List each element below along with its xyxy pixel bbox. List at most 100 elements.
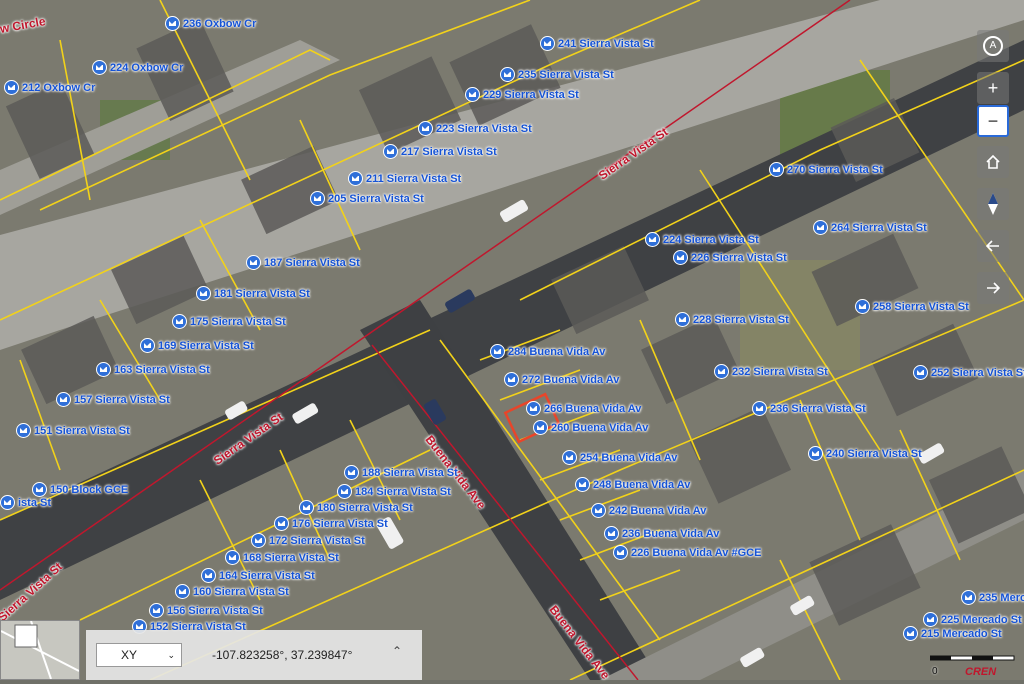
address-text: 211 Sierra Vista St bbox=[366, 172, 462, 185]
north-arrow-icon bbox=[988, 193, 998, 215]
address-label[interactable]: 180 Sierra Vista St bbox=[299, 500, 413, 515]
address-label[interactable]: 176 Sierra Vista St bbox=[274, 516, 388, 531]
address-label[interactable]: 184 Sierra Vista St bbox=[337, 484, 451, 499]
mail-icon bbox=[344, 465, 359, 480]
address-text: 187 Sierra Vista St bbox=[264, 256, 360, 269]
mail-icon bbox=[903, 626, 918, 641]
mail-icon bbox=[96, 362, 111, 377]
address-text: 175 Sierra Vista St bbox=[190, 315, 286, 328]
address-label[interactable]: ista St bbox=[0, 495, 51, 510]
address-label[interactable]: 215 Mercado St bbox=[903, 626, 1002, 641]
address-text: 224 Sierra Vista St bbox=[663, 233, 759, 246]
zoom-in-button[interactable]: + bbox=[977, 72, 1009, 104]
address-label[interactable]: 226 Sierra Vista St bbox=[673, 250, 787, 265]
mail-icon bbox=[465, 87, 480, 102]
address-label[interactable]: 235 Mercado bbox=[961, 590, 1024, 605]
address-text: 254 Buena Vida Av bbox=[580, 451, 678, 464]
address-label[interactable]: 240 Sierra Vista St bbox=[808, 446, 922, 461]
mail-icon bbox=[196, 286, 211, 301]
address-label[interactable]: 169 Sierra Vista St bbox=[140, 338, 254, 353]
address-label[interactable]: 157 Sierra Vista St bbox=[56, 392, 170, 407]
address-label[interactable]: 168 Sierra Vista St bbox=[225, 550, 339, 565]
overview-map-image bbox=[0, 620, 80, 680]
mail-icon bbox=[140, 338, 155, 353]
chevron-up-icon[interactable]: ⌃ bbox=[392, 644, 402, 658]
address-label[interactable]: 236 Oxbow Cr bbox=[165, 16, 256, 31]
mail-icon bbox=[490, 344, 505, 359]
address-label[interactable]: 211 Sierra Vista St bbox=[348, 171, 461, 186]
address-text: 242 Buena Vida Av bbox=[609, 504, 707, 517]
address-label[interactable]: 248 Buena Vida Av bbox=[575, 477, 690, 492]
compass-button[interactable]: A bbox=[977, 30, 1009, 62]
mail-icon bbox=[604, 526, 619, 541]
home-button[interactable] bbox=[977, 146, 1009, 178]
mail-icon bbox=[540, 36, 555, 51]
mail-icon bbox=[56, 392, 71, 407]
address-label[interactable]: 264 Sierra Vista St bbox=[813, 220, 927, 235]
address-label[interactable]: 175 Sierra Vista St bbox=[172, 314, 286, 329]
coordinate-mode-select[interactable]: XY ⌄ bbox=[96, 643, 182, 667]
address-label[interactable]: 241 Sierra Vista St bbox=[540, 36, 654, 51]
address-label[interactable]: 228 Sierra Vista St bbox=[675, 312, 789, 327]
address-label[interactable]: 188 Sierra Vista St bbox=[344, 465, 458, 480]
address-label[interactable]: 258 Sierra Vista St bbox=[855, 299, 969, 314]
mail-icon bbox=[591, 503, 606, 518]
address-label[interactable]: 217 Sierra Vista St bbox=[383, 144, 497, 159]
address-label[interactable]: 229 Sierra Vista St bbox=[465, 87, 579, 102]
address-label[interactable]: 236 Buena Vida Av bbox=[604, 526, 719, 541]
address-text: 270 Sierra Vista St bbox=[787, 163, 883, 176]
address-label[interactable]: 187 Sierra Vista St bbox=[246, 255, 360, 270]
address-text: 160 Sierra Vista St bbox=[193, 585, 289, 598]
mail-icon bbox=[575, 477, 590, 492]
address-label[interactable]: 212 Oxbow Cr bbox=[4, 80, 95, 95]
address-text: 151 Sierra Vista St bbox=[34, 424, 130, 437]
mail-icon bbox=[172, 314, 187, 329]
mail-icon bbox=[92, 60, 107, 75]
address-text: 236 Buena Vida Av bbox=[622, 527, 720, 540]
address-label[interactable]: 235 Sierra Vista St bbox=[500, 67, 614, 82]
address-label[interactable]: 156 Sierra Vista St bbox=[149, 603, 263, 618]
address-label[interactable]: 160 Sierra Vista St bbox=[175, 584, 289, 599]
address-label[interactable]: 254 Buena Vida Av bbox=[562, 450, 677, 465]
address-label[interactable]: 181 Sierra Vista St bbox=[196, 286, 310, 301]
address-label[interactable]: 224 Oxbow Cr bbox=[92, 60, 183, 75]
address-label[interactable]: 224 Sierra Vista St bbox=[645, 232, 759, 247]
mail-icon bbox=[16, 423, 31, 438]
address-label[interactable]: 232 Sierra Vista St bbox=[714, 364, 828, 379]
address-label[interactable]: 205 Sierra Vista St bbox=[310, 191, 424, 206]
address-label[interactable]: 272 Buena Vida Av bbox=[504, 372, 619, 387]
north-arrow-button[interactable] bbox=[977, 188, 1009, 220]
address-label[interactable]: 236 Sierra Vista St bbox=[752, 401, 866, 416]
address-text: 205 Sierra Vista St bbox=[328, 192, 424, 205]
address-label[interactable]: 284 Buena Vida Av bbox=[490, 344, 605, 359]
mail-icon bbox=[675, 312, 690, 327]
mail-icon bbox=[165, 16, 180, 31]
address-label[interactable]: 223 Sierra Vista St bbox=[418, 121, 532, 136]
mail-icon bbox=[673, 250, 688, 265]
address-label[interactable]: 164 Sierra Vista St bbox=[201, 568, 315, 583]
arrow-right-icon bbox=[987, 282, 1001, 294]
scale-zero-label: 0 bbox=[932, 666, 938, 677]
coordinate-mode-value: XY bbox=[121, 648, 138, 662]
address-label[interactable]: 225 Mercado St bbox=[923, 612, 1022, 627]
address-text: 157 Sierra Vista St bbox=[74, 393, 170, 406]
overview-map[interactable] bbox=[0, 620, 80, 680]
mail-icon bbox=[714, 364, 729, 379]
mail-icon bbox=[348, 171, 363, 186]
back-button[interactable] bbox=[977, 230, 1009, 262]
address-label[interactable]: 172 Sierra Vista St bbox=[251, 533, 365, 548]
mail-icon bbox=[0, 495, 15, 510]
address-label[interactable]: 270 Sierra Vista St bbox=[769, 162, 883, 177]
address-text: 235 Sierra Vista St bbox=[518, 68, 614, 81]
address-label[interactable]: 266 Buena Vida Av bbox=[526, 401, 641, 416]
address-text: 168 Sierra Vista St bbox=[243, 551, 339, 564]
address-label[interactable]: 260 Buena Vida Av bbox=[533, 420, 648, 435]
address-label[interactable]: 226 Buena Vida Av #GCE bbox=[613, 545, 761, 560]
zoom-out-button[interactable]: − bbox=[977, 105, 1009, 137]
forward-button[interactable] bbox=[977, 272, 1009, 304]
address-text: 284 Buena Vida Av bbox=[508, 345, 606, 358]
address-label[interactable]: 252 Sierra Vista St bbox=[913, 365, 1024, 380]
address-label[interactable]: 163 Sierra Vista St bbox=[96, 362, 210, 377]
address-label[interactable]: 242 Buena Vida Av bbox=[591, 503, 706, 518]
address-label[interactable]: 151 Sierra Vista St bbox=[16, 423, 130, 438]
